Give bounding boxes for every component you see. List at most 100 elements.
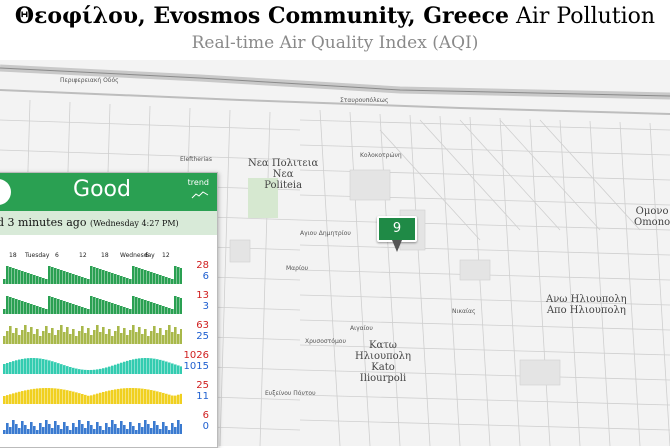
sparkline-bar: [12, 298, 15, 314]
sparkline-bar: [42, 278, 45, 284]
sparkline-bar: [87, 369, 90, 374]
sparkline-bar: [18, 335, 21, 344]
sparkline-row-o3[interactable]: 63 25: [0, 319, 217, 349]
sparkline-bar: [171, 423, 174, 434]
map-label-agiou-dimitriou: Αγιου Δημητρίου: [300, 230, 351, 237]
sparkline-bar: [180, 329, 182, 344]
sparkline-bar: [24, 358, 27, 374]
sparkline-bar: [138, 358, 141, 374]
sparkline-bar: [138, 388, 141, 404]
sparkline-bar: [39, 423, 42, 434]
axis-label: 18: [101, 252, 109, 259]
sparkline-bar: [117, 305, 120, 314]
sparkline-bar: [111, 273, 114, 284]
sparkline-bar: [147, 336, 150, 344]
sparkline-bar: [75, 305, 78, 314]
sparkline-bar: [48, 266, 51, 284]
sparkline-bar: [72, 274, 75, 284]
sparkline-bar: [60, 364, 63, 374]
sparkline-bar: [171, 332, 174, 344]
sparkline-bar: [102, 430, 105, 434]
sparkline-row-pm25[interactable]: 28 6: [0, 259, 217, 289]
sparkline-bar: [33, 305, 36, 314]
sparkline-bar: [126, 308, 129, 314]
sparkline-bar: [105, 391, 108, 404]
sparkline-bar: [54, 298, 57, 314]
max-value: 63: [196, 320, 209, 331]
sparkline-pm25: [3, 266, 182, 284]
sparkline-bar: [27, 389, 30, 404]
sparkline-row-pm10[interactable]: 13 3: [0, 289, 217, 319]
sparkline-bar: [3, 364, 6, 374]
sparkline-bar: [108, 390, 111, 404]
sparkline-bar: [159, 275, 162, 284]
sparkline-bar: [45, 326, 48, 344]
sparkline-bar: [129, 330, 132, 344]
trend-icon[interactable]: [191, 190, 209, 200]
sparkline-bar: [33, 358, 36, 374]
sparkline-bar: [48, 296, 51, 314]
sparkline-bar: [111, 303, 114, 314]
sparkline-bar: [177, 334, 180, 344]
sparkline-bar: [66, 366, 69, 374]
sparkline-bar: [66, 272, 69, 284]
sparkline-bar: [87, 421, 90, 434]
sparkline-bar: [123, 277, 126, 284]
trend-label[interactable]: trend: [188, 178, 209, 187]
sparkline-bar: [78, 306, 81, 314]
sparkline-bar: [177, 365, 180, 374]
sparkline-bar: [159, 305, 162, 314]
sparkline-bar: [84, 278, 87, 284]
sparkline-bar: [24, 325, 27, 344]
sparkline-bar: [75, 392, 78, 404]
sparkline-bar: [81, 393, 84, 404]
sparkline-bar: [48, 360, 51, 374]
sparkline-bar: [54, 268, 57, 284]
sparkline-row-w[interactable]: 60: [0, 409, 217, 439]
sparkline-bar: [48, 388, 51, 404]
sparkline-bar: [102, 391, 105, 404]
sparkline-bar: [171, 363, 174, 374]
sparkline-bar: [63, 422, 66, 434]
sparkline-bar: [6, 363, 9, 374]
sparkline-bar: [93, 369, 96, 374]
sparkline-bar: [15, 392, 18, 404]
sparkline-w: [3, 420, 182, 434]
aqi-status-label: Good: [73, 177, 131, 202]
sparkline-bar: [75, 427, 78, 434]
sparkline-bar: [24, 390, 27, 404]
sparkline-bar: [150, 390, 153, 404]
sparkline-bar: [66, 426, 69, 434]
sparkline-bar: [57, 363, 60, 374]
min-value: 3: [202, 301, 209, 312]
sparkline-bar: [9, 267, 12, 284]
sparkline-bar: [54, 388, 57, 404]
sparkline-row-t[interactable]: 1026 1015: [0, 349, 217, 379]
sparkline-bar: [42, 359, 45, 374]
sparkline-bar: [171, 395, 174, 404]
sparkline-bar: [54, 335, 57, 344]
station-marker[interactable]: 9: [377, 216, 417, 242]
max-value: 1026: [183, 350, 209, 361]
sparkline-bar: [162, 306, 165, 314]
sparkline-bar: [105, 301, 108, 314]
sparkline-bar: [144, 329, 147, 344]
sparkline-bar: [84, 369, 87, 374]
axis-label: 6: [55, 252, 59, 259]
sparkline-row-temp[interactable]: 25 11: [0, 379, 217, 409]
sparkline-bar: [21, 421, 24, 434]
map-label-nikaias: Νικαίας: [452, 308, 476, 315]
sparkline-bar: [84, 333, 87, 344]
sparkline-bar: [45, 359, 48, 374]
sparkline-bar: [72, 391, 75, 404]
axis-label: 12: [162, 252, 170, 259]
max-value: 13: [196, 290, 209, 301]
sparkline-bar: [174, 364, 177, 374]
sparkline-bar: [63, 365, 66, 374]
updated-time: (Wednesday 4:27 PM): [89, 219, 179, 228]
sparkline-bar: [30, 389, 33, 404]
sparkline-bar: [141, 334, 144, 344]
sparkline-bar: [51, 428, 54, 434]
sparkline-bar: [63, 332, 66, 344]
map-label-omono: Ομονο Omono: [634, 206, 670, 228]
